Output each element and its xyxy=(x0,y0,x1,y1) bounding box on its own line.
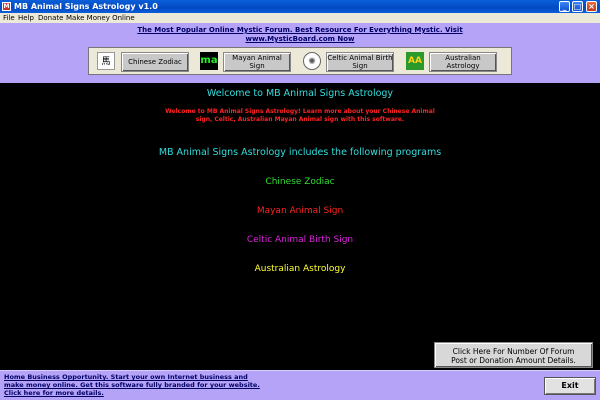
close-button[interactable]: × xyxy=(586,1,597,12)
menu-file[interactable]: File xyxy=(3,13,15,23)
menu-donate[interactable]: Donate xyxy=(38,13,63,23)
chinese-character-icon: 馬 xyxy=(97,52,115,70)
mayan-animal-sign-button[interactable]: Mayan Animal Sign xyxy=(223,52,291,72)
menu-help[interactable]: Help xyxy=(18,13,34,23)
mayan-ma-icon: ma xyxy=(200,52,218,70)
top-ad-line1: The Most Popular Online Mystic Forum. Be… xyxy=(137,26,463,34)
home-business-ad-link[interactable]: Home Business Opportunity. Start your ow… xyxy=(4,373,304,397)
menu-make-money-online[interactable]: Make Money Online xyxy=(66,13,135,23)
forum-button-line1: Click Here For Number Of Forum xyxy=(452,347,575,356)
minimize-button[interactable]: _ xyxy=(559,1,570,12)
forum-details-button[interactable]: Click Here For Number Of Forum Post or D… xyxy=(434,342,593,368)
celtic-animal-birth-sign-link[interactable]: Celtic Animal Birth Sign xyxy=(0,235,600,245)
bottom-ad-line1: Home Business Opportunity. Start your ow… xyxy=(4,373,248,381)
bottom-ad-line2: make money online. Get this software ful… xyxy=(4,381,260,389)
maximize-button[interactable]: □ xyxy=(572,1,583,12)
welcome-line1: Welcome to MB Animal Signs Astrology! Le… xyxy=(165,108,435,115)
program-button-row: 馬 Chinese Zodiac ma Mayan Animal Sign ✺ … xyxy=(88,47,512,75)
australian-aa-icon: AA xyxy=(406,52,424,70)
bottom-ad-line3: Click here for more details. xyxy=(4,389,104,397)
app-icon: M xyxy=(2,2,11,11)
top-ad-line2: www.MysticBoard.com Now xyxy=(245,35,355,43)
welcome-line2: sign, Celtic, Australian Mayan Animal si… xyxy=(195,116,405,123)
main-content: Welcome to MB Animal Signs Astrology Wel… xyxy=(0,83,600,370)
title-bar[interactable]: M MB Animal Signs Astrology v1.0 _ □ × xyxy=(0,0,600,13)
exit-button[interactable]: Exit xyxy=(544,377,596,395)
celtic-animal-birth-sign-button[interactable]: Celtic Animal Birth Sign xyxy=(326,52,394,72)
chinese-zodiac-link[interactable]: Chinese Zodiac xyxy=(0,177,600,187)
menu-bar: File Help Donate Make Money Online xyxy=(0,13,600,23)
window-title: MB Animal Signs Astrology v1.0 xyxy=(14,2,158,11)
celtic-knot-icon: ✺ xyxy=(303,52,321,70)
mysticboard-ad-link[interactable]: The Most Popular Online Mystic Forum. Be… xyxy=(0,26,600,44)
forum-button-line2: Post or Donation Amount Details. xyxy=(451,356,576,365)
chinese-zodiac-button[interactable]: Chinese Zodiac xyxy=(121,52,189,72)
includes-heading: MB Animal Signs Astrology includes the f… xyxy=(158,147,442,158)
australian-astrology-link[interactable]: Australian Astrology xyxy=(0,264,600,274)
welcome-description: Welcome to MB Animal Signs Astrology! Le… xyxy=(0,108,600,124)
top-panel: The Most Popular Online Mystic Forum. Be… xyxy=(0,23,600,83)
welcome-title: Welcome to MB Animal Signs Astrology xyxy=(206,88,394,99)
australian-astrology-button[interactable]: Australian Astrology xyxy=(429,52,497,72)
mayan-animal-sign-link[interactable]: Mayan Animal Sign xyxy=(0,206,600,216)
